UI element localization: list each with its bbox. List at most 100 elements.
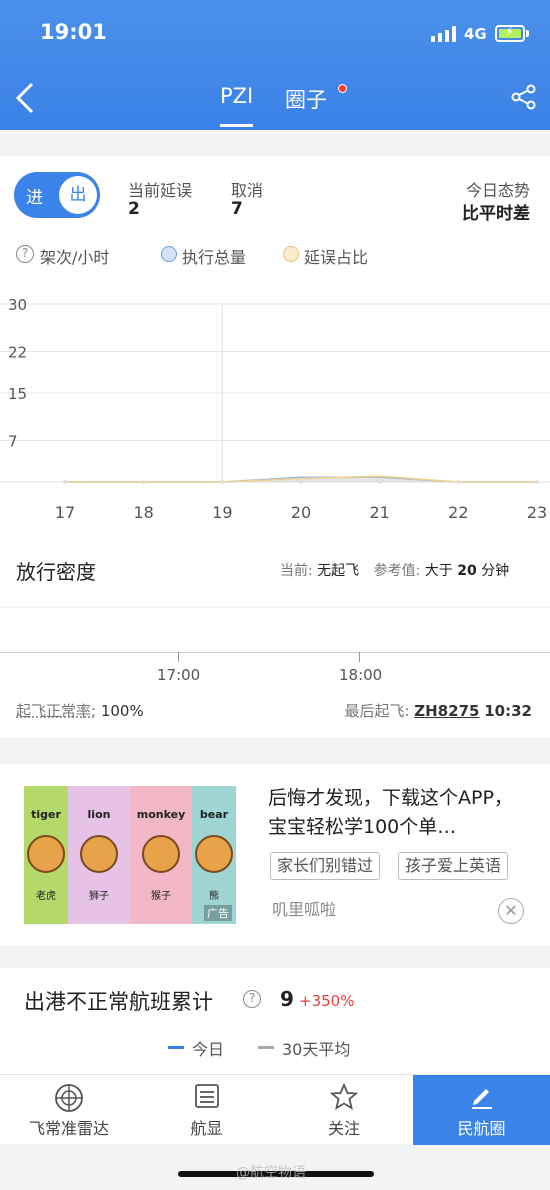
ref-label: 参考值: (373, 563, 421, 579)
signal-icon (431, 26, 457, 42)
radar-icon (55, 1084, 83, 1112)
x-point (141, 480, 146, 484)
unit-label: 架次/小时 (40, 248, 110, 267)
ad-animal-panel: bear 熊 (192, 786, 236, 924)
legend-total-label: 执行总量 (182, 248, 247, 267)
battery-tip (526, 30, 529, 37)
x-tick-label: 22 (448, 503, 468, 522)
ontime-rate: 起飞正常率: 100% (16, 700, 144, 721)
legend-delay-icon (283, 246, 299, 262)
flight-chart: 30 22 15 7 17 18 19 20 21 22 23 (0, 296, 550, 522)
ref-prefix: 大于 (424, 563, 453, 579)
toggle-out-label: 出 (59, 176, 97, 214)
notification-dot (338, 84, 347, 93)
ad-animal-panel: tiger 老虎 (24, 786, 68, 924)
release-info: 当前: 无起飞 参考值: 大于 20 分钟 (280, 560, 509, 580)
current-label: 当前: (280, 563, 313, 579)
x-tick-label: 20 (291, 503, 311, 522)
legend-avg-swatch (258, 1046, 274, 1049)
abnormal-count: 9 (280, 987, 294, 1011)
delay-label: 当前延误 (128, 181, 193, 200)
ad-image[interactable]: tiger 老虎 lion 狮子 monkey 猴子 bear 熊广告 (24, 786, 236, 924)
x-point (63, 480, 67, 484)
ad-animal-en: monkey (136, 808, 186, 821)
ref-unit: 分钟 (481, 563, 510, 579)
last-label: 最后起飞: (344, 702, 410, 720)
last-flight-link[interactable]: ZH8275 (414, 702, 479, 720)
tab-board-label: 航显 (190, 1119, 223, 1138)
ad-close-button[interactable]: ✕ (498, 898, 524, 924)
ad-animal-face-icon (80, 835, 118, 873)
legend-today-swatch (168, 1046, 184, 1049)
status-time: 19:01 (40, 20, 107, 44)
ad-animal-en: lion (87, 808, 111, 821)
cancel-value: 7 (231, 199, 243, 219)
tab-board[interactable]: 航显 (138, 1075, 275, 1145)
tab-circle[interactable]: 圈子 (285, 84, 327, 114)
ad-title[interactable]: 后悔才发现，下载这个APP，宝宝轻松学100个单… (268, 784, 530, 842)
help-icon[interactable]: ? (243, 990, 261, 1008)
tab-radar[interactable]: 飞常准雷达 (0, 1075, 138, 1145)
y-tick-label: 22 (8, 343, 27, 361)
timeline-label-18: 18:00 (339, 666, 383, 684)
y-tick-label: 30 (8, 296, 27, 314)
delay-value: 2 (128, 199, 140, 219)
ad-animal-panel: lion 狮子 (68, 786, 130, 924)
toggle-in-label: 进 (26, 188, 43, 208)
cancel-label: 取消 (231, 181, 264, 200)
y-tick-label: 15 (8, 385, 27, 403)
ad-animal-en: bear (199, 808, 229, 821)
ad-source: 叽里呱啦 (272, 900, 337, 919)
board-icon (194, 1084, 219, 1108)
ad-animal-face-icon (27, 835, 65, 873)
x-tick-label: 19 (212, 503, 232, 522)
tab-radar-label: 飞常准雷达 (28, 1119, 109, 1138)
x-point (299, 480, 303, 484)
tab-community[interactable]: 民航圈 (413, 1075, 550, 1145)
tab-pzi[interactable]: PZI (220, 84, 253, 108)
legend-avg-label: 30天平均 (282, 1040, 351, 1059)
x-tick-label: 23 (527, 503, 547, 522)
watermark: @航空物语 (236, 1165, 306, 1181)
ref-number: 20 (457, 563, 477, 579)
timeline-tick (178, 652, 179, 662)
in-out-toggle[interactable]: 进 出 (14, 172, 100, 218)
ontime-value: 100% (100, 702, 144, 720)
x-point (535, 480, 539, 484)
abnormal-title: 出港不正常航班累计 (24, 990, 213, 1014)
y-tick-label: 7 (8, 432, 18, 450)
ad-animal-cn: 熊 (209, 891, 219, 902)
ad-tag: 家长们别错过 (270, 852, 381, 880)
x-tick-label: 17 (55, 503, 75, 522)
bottom-tab-bar: 飞常准雷达 航显 关注 民航圈 (0, 1074, 550, 1145)
legend-today-label: 今日 (192, 1040, 225, 1059)
tab-community-label: 民航圈 (457, 1119, 506, 1138)
tab-follow[interactable]: 关注 (275, 1075, 413, 1145)
share-icon (511, 84, 536, 110)
ad-mark: 广告 (204, 905, 232, 921)
star-icon (330, 1083, 358, 1110)
x-tick-label: 21 (369, 503, 389, 522)
ad-animal-cn: 老虎 (36, 891, 56, 902)
timeline-tick (359, 652, 360, 662)
ad-animal-face-icon (142, 835, 180, 873)
tab-follow-label: 关注 (327, 1119, 360, 1138)
share-button[interactable] (510, 84, 538, 110)
trend-value: 比平时差 (462, 204, 530, 224)
last-departure: 最后起飞: ZH8275 10:32 (344, 700, 532, 721)
network-type: 4G (464, 25, 487, 43)
last-time: 10:32 (484, 702, 532, 720)
ontime-label[interactable]: 起飞正常率: (16, 702, 96, 720)
legend-delay-label: 延误占比 (304, 248, 369, 267)
trend-label: 今日态势 (465, 181, 530, 200)
help-icon[interactable]: ? (16, 245, 34, 263)
x-point (220, 480, 225, 484)
abnormal-change: +350% (299, 992, 355, 1010)
pen-icon (471, 1089, 492, 1109)
x-point (377, 480, 382, 484)
ad-animal-cn: 猴子 (151, 891, 171, 902)
ad-tag: 孩子爱上英语 (398, 852, 509, 880)
ad-animal-panel: monkey 猴子 (130, 786, 192, 924)
back-button[interactable] (12, 80, 42, 116)
timeline-axis (0, 652, 550, 653)
